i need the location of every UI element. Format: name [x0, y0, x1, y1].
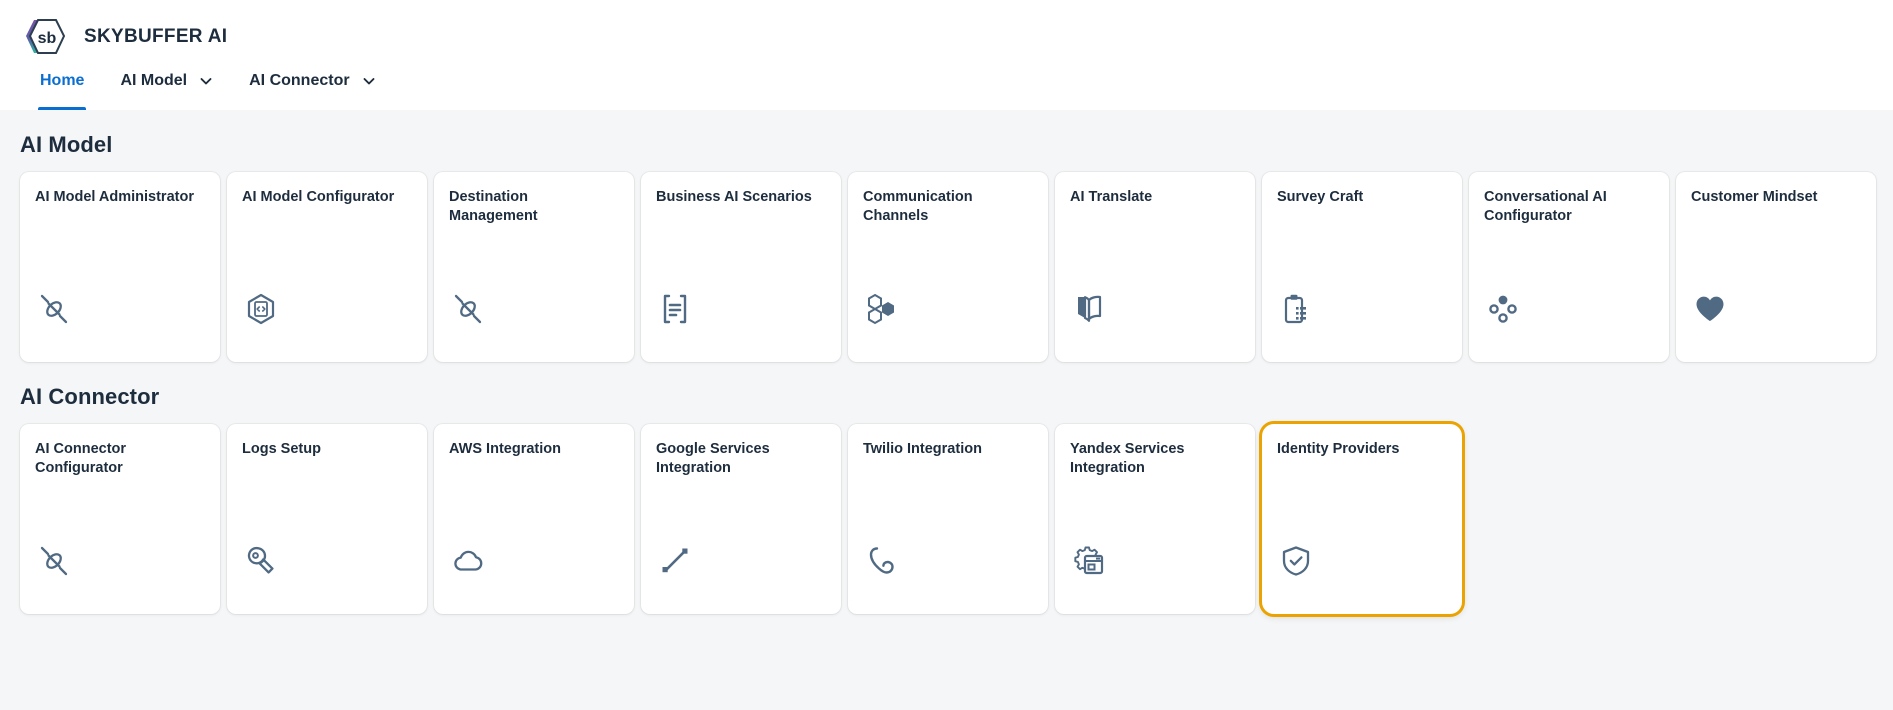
tile-identity-providers[interactable]: Identity Providers	[1262, 424, 1462, 614]
tab-ai-connector-label: AI Connector	[249, 71, 350, 89]
tab-ai-model-label: AI Model	[120, 71, 188, 89]
tile-title: Business AI Scenarios	[656, 189, 812, 205]
tile-ai-model-administrator[interactable]: AI Model Administrator	[20, 172, 220, 362]
tile-logs-setup[interactable]: Logs Setup	[227, 424, 427, 614]
tile-conversational-ai-configurator[interactable]: Conversational AI Configurator	[1469, 172, 1669, 362]
group-ai-model-tiles: AI Model Administrator AI Model Configur…	[20, 172, 1876, 362]
brand-title: SKYBUFFER AI	[84, 26, 228, 47]
wrench-icon	[244, 544, 278, 578]
tile-ai-translate[interactable]: AI Translate	[1055, 172, 1255, 362]
tab-home-label: Home	[40, 71, 85, 89]
shield-check-icon	[1279, 544, 1313, 578]
dna-link-icon	[37, 544, 71, 578]
clipboard-list-icon	[1279, 292, 1313, 326]
brand-row: sb SKYBUFFER AI	[0, 0, 1893, 62]
open-book-icon	[1072, 292, 1106, 326]
tile-communication-channels[interactable]: Communication Channels	[848, 172, 1048, 362]
group-ai-connector-tiles: AI Connector Configurator Logs Setup AWS…	[20, 424, 1873, 614]
tile-yandex-services-integration[interactable]: Yandex Services Integration	[1055, 424, 1255, 614]
tile-title: AI Translate	[1070, 189, 1153, 205]
chevron-down-icon[interactable]	[199, 74, 213, 88]
tile-customer-mindset[interactable]: Customer Mindset	[1676, 172, 1876, 362]
tile-destination-management[interactable]: Destination Management	[434, 172, 634, 362]
group-ai-connector: AI Connector AI Connector Configurator L…	[0, 384, 1893, 614]
tile-title: AWS Integration	[449, 441, 561, 457]
shell-header: sb SKYBUFFER AI Home AI Model AI Connect…	[0, 0, 1893, 110]
tile-ai-model-configurator[interactable]: AI Model Configurator	[227, 172, 427, 362]
tile-title: Yandex Services Integration	[1070, 441, 1185, 476]
tab-ai-connector[interactable]: AI Connector	[231, 62, 393, 110]
tile-business-ai-scenarios[interactable]: Business AI Scenarios	[641, 172, 841, 362]
tile-google-services-integration[interactable]: Google Services Integration	[641, 424, 841, 614]
tile-twilio-integration[interactable]: Twilio Integration	[848, 424, 1048, 614]
skybuffer-hexagon-logo-icon: sb	[22, 15, 66, 59]
tile-title: Twilio Integration	[863, 441, 982, 457]
heart-icon	[1693, 292, 1727, 326]
launchpad-page: AI Model AI Model Administrator AI Model…	[0, 132, 1893, 614]
dna-link-icon	[451, 292, 485, 326]
tile-title: Identity Providers	[1277, 441, 1400, 457]
group-ai-model-title: AI Model	[20, 132, 113, 157]
hexagon-code-icon	[244, 292, 278, 326]
svg-text:sb: sb	[38, 30, 57, 47]
tile-aws-integration[interactable]: AWS Integration	[434, 424, 634, 614]
tab-ai-model[interactable]: AI Model	[102, 62, 231, 110]
group-ai-connector-title: AI Connector	[20, 384, 160, 409]
tile-ai-connector-configurator[interactable]: AI Connector Configurator	[20, 424, 220, 614]
main-tab-bar: Home AI Model AI Connector	[0, 62, 1893, 110]
tile-survey-craft[interactable]: Survey Craft	[1262, 172, 1462, 362]
tile-title: Conversational AI Configurator	[1484, 189, 1607, 224]
phone-handset-icon	[865, 544, 899, 578]
tile-title: Customer Mindset	[1691, 189, 1818, 205]
chevron-down-icon[interactable]	[362, 74, 376, 88]
gear-window-icon	[1072, 544, 1106, 578]
tile-title: Logs Setup	[242, 441, 321, 457]
tile-title: AI Model Administrator	[35, 189, 194, 205]
tile-title: AI Connector Configurator	[35, 441, 127, 476]
dna-link-icon	[37, 292, 71, 326]
tile-title: Google Services Integration	[656, 441, 770, 476]
document-list-icon	[658, 292, 692, 326]
hexagon-cluster-icon	[865, 292, 899, 326]
group-ai-model: AI Model AI Model Administrator AI Model…	[0, 132, 1893, 362]
node-dots-icon	[1486, 292, 1520, 326]
tile-title: Destination Management	[449, 189, 538, 224]
connection-line-icon	[658, 544, 692, 578]
tab-home[interactable]: Home	[22, 62, 102, 110]
cloud-icon	[451, 544, 485, 578]
tile-title: AI Model Configurator	[242, 189, 395, 205]
tile-title: Communication Channels	[863, 189, 973, 224]
tile-title: Survey Craft	[1277, 189, 1364, 205]
